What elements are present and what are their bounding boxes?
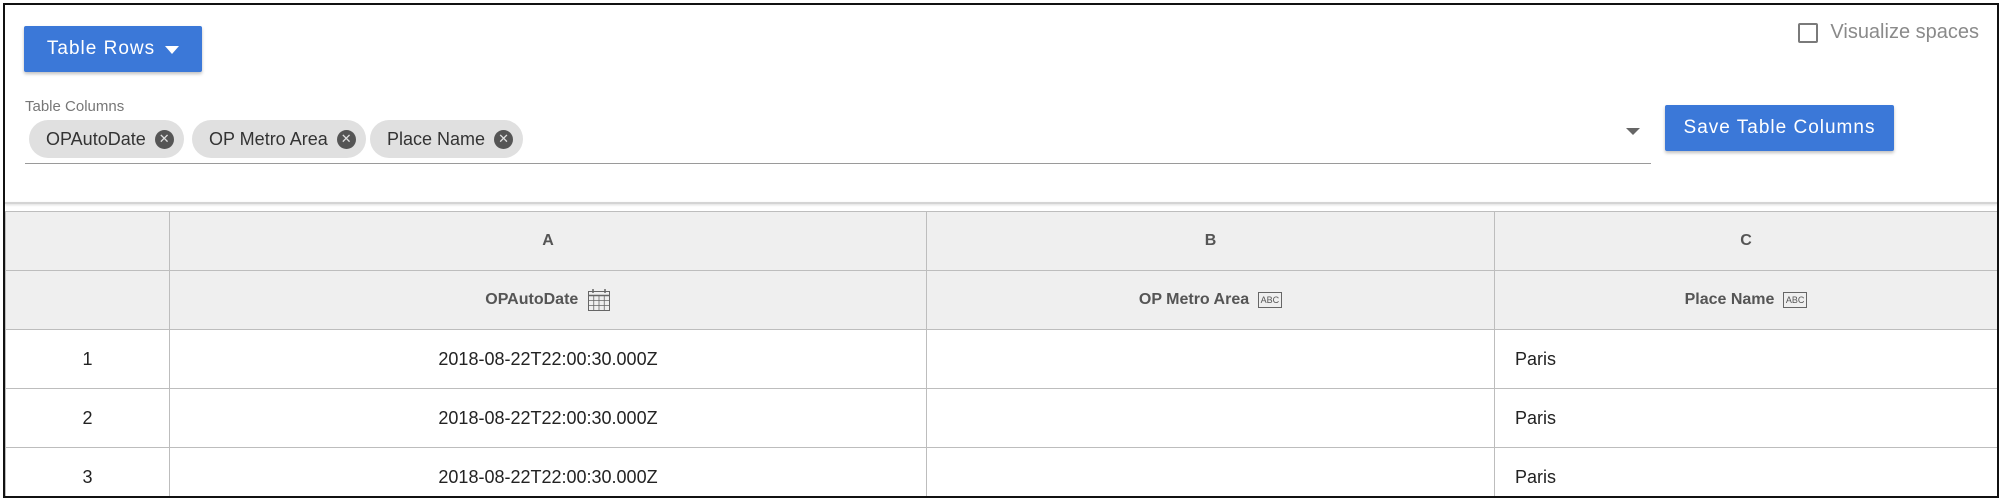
column-header-place-name[interactable]: Place Name ABC bbox=[1494, 270, 1997, 330]
app-frame: Table Rows Visualize spaces Table Column… bbox=[3, 3, 1999, 498]
chip-label: Place Name bbox=[387, 128, 486, 149]
visualize-spaces-toggle[interactable]: Visualize spaces bbox=[1798, 21, 1979, 44]
cell-op-metro-area[interactable] bbox=[926, 447, 1495, 496]
columns-dropdown-icon[interactable] bbox=[1626, 128, 1640, 135]
row-number: 2 bbox=[5, 388, 170, 448]
remove-chip-icon[interactable]: ✕ bbox=[154, 129, 174, 149]
cell-op-metro-area[interactable] bbox=[926, 388, 1495, 448]
cell-place-name[interactable]: Paris bbox=[1494, 447, 1997, 496]
cell-opautodate[interactable]: 2018-08-22T22:00:30.000Z bbox=[169, 329, 927, 389]
column-chip-op-metro-area: OP Metro Area ✕ bbox=[192, 120, 366, 158]
column-letter: B bbox=[926, 211, 1495, 271]
cell-opautodate[interactable]: 2018-08-22T22:00:30.000Z bbox=[169, 447, 927, 496]
table-row: 2 2018-08-22T22:00:30.000Z Paris bbox=[5, 388, 1997, 448]
column-letter-row: A B C bbox=[5, 211, 1997, 271]
section-divider bbox=[5, 202, 1997, 204]
column-letter: C bbox=[1494, 211, 1997, 271]
column-header-op-metro-area[interactable]: OP Metro Area ABC bbox=[926, 270, 1495, 330]
visualize-spaces-label: Visualize spaces bbox=[1830, 21, 1979, 43]
table-rows-button[interactable]: Table Rows bbox=[24, 26, 202, 72]
cell-place-name[interactable]: Paris bbox=[1494, 388, 1997, 448]
table-row: 1 2018-08-22T22:00:30.000Z Paris bbox=[5, 329, 1997, 389]
cell-opautodate[interactable]: 2018-08-22T22:00:30.000Z bbox=[169, 388, 927, 448]
table-columns-select[interactable]: OPAutoDate ✕ OP Metro Area ✕ Place Name … bbox=[25, 118, 1651, 164]
column-chip-opautodate: OPAutoDate ✕ bbox=[29, 120, 184, 158]
row-number: 1 bbox=[5, 329, 170, 389]
calendar-icon bbox=[587, 289, 610, 311]
table-columns-label: Table Columns bbox=[25, 98, 125, 115]
column-name-row: OPAutoDate OP Metro Area ABC Place Name … bbox=[5, 270, 1997, 330]
text-type-icon: ABC bbox=[1782, 291, 1808, 308]
column-chip-place-name: Place Name ✕ bbox=[370, 120, 524, 158]
column-letter: A bbox=[169, 211, 927, 271]
caret-down-icon bbox=[165, 46, 180, 54]
corner-cell bbox=[5, 211, 170, 271]
visualize-spaces-checkbox[interactable] bbox=[1798, 22, 1819, 43]
column-header-opautodate[interactable]: OPAutoDate bbox=[169, 270, 927, 330]
column-header-label: OPAutoDate bbox=[485, 291, 579, 309]
table-rows-label: Table Rows bbox=[46, 38, 156, 59]
cell-place-name[interactable]: Paris bbox=[1494, 329, 1997, 389]
data-table: A B C OPAutoDate OP Metro Area ABC Place… bbox=[5, 211, 1997, 496]
remove-chip-icon[interactable]: ✕ bbox=[336, 129, 356, 149]
table-row: 3 2018-08-22T22:00:30.000Z Paris bbox=[5, 447, 1997, 496]
chip-label: OP Metro Area bbox=[209, 128, 328, 149]
column-header-label: Place Name bbox=[1684, 291, 1775, 308]
chip-label: OPAutoDate bbox=[46, 128, 146, 149]
column-header-label: OP Metro Area bbox=[1138, 291, 1250, 308]
text-type-icon: ABC bbox=[1257, 291, 1283, 308]
cell-op-metro-area[interactable] bbox=[926, 329, 1495, 389]
save-table-columns-button[interactable]: Save Table Columns bbox=[1665, 105, 1894, 151]
row-number: 3 bbox=[5, 447, 170, 496]
remove-chip-icon[interactable]: ✕ bbox=[494, 129, 514, 149]
corner-cell bbox=[5, 270, 170, 330]
